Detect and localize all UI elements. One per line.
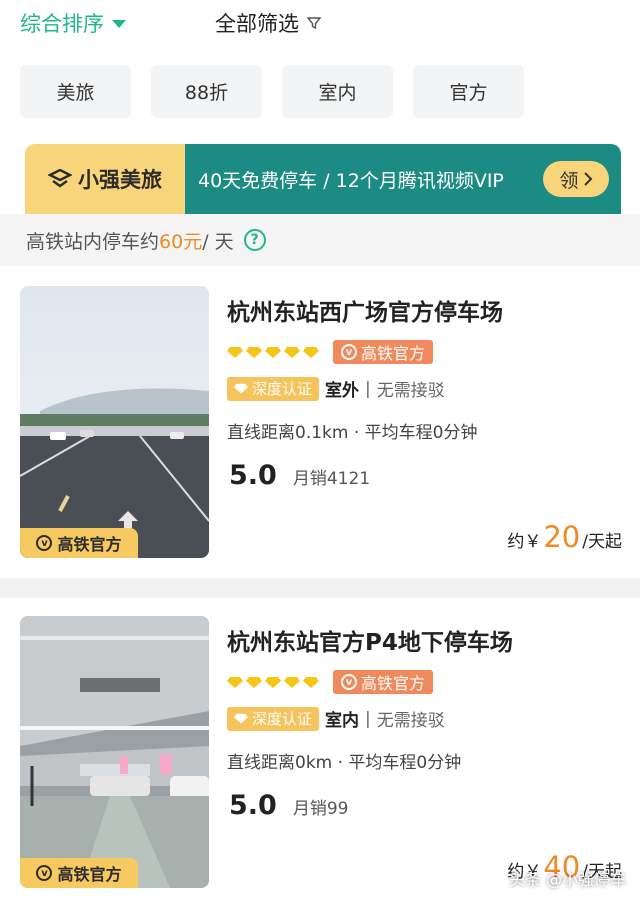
diamond-icon bbox=[303, 676, 319, 688]
separator: | bbox=[365, 378, 371, 399]
verified-icon: v bbox=[36, 865, 53, 881]
chip-meilv[interactable]: 美旅 bbox=[20, 65, 131, 118]
cert-tag: 深度认证 bbox=[227, 376, 320, 401]
diamond-icon bbox=[246, 346, 262, 358]
chip-indoor[interactable]: 室内 bbox=[282, 65, 393, 118]
banner-brand: 小强美旅 bbox=[25, 144, 185, 214]
claim-label: 领 bbox=[559, 169, 579, 192]
parking-title[interactable]: 杭州东站官方P4地下停车场 bbox=[227, 623, 513, 657]
verified-icon: v bbox=[341, 344, 357, 360]
cert-row: 深度认证 室内 | 无需接驳 bbox=[227, 706, 445, 731]
price: 约￥ 20 /天起 bbox=[507, 520, 622, 554]
diamond-icon bbox=[227, 676, 243, 688]
distance-info: 直线距离0.1km · 平均车程0分钟 bbox=[227, 423, 478, 443]
location-type: 室内 bbox=[325, 711, 360, 731]
sort-bar: 综合排序 全部筛选 bbox=[0, 0, 640, 50]
chip-88-discount[interactable]: 88折 bbox=[151, 65, 262, 118]
filter-label: 全部筛选 bbox=[215, 12, 299, 36]
official-label: 高铁官方 bbox=[361, 344, 426, 363]
distance-info: 直线距离0km · 平均车程0分钟 bbox=[227, 753, 462, 773]
info-suffix: / 天 bbox=[202, 230, 234, 253]
banner-promo: 40天免费停车 / 12个月腾讯视频VIP 领 bbox=[185, 144, 621, 214]
rating-row: v 高铁官方 bbox=[227, 340, 434, 364]
official-label: 高铁官方 bbox=[361, 674, 426, 693]
high-speed-rail-badge: v 高铁官方 bbox=[20, 858, 138, 888]
chevron-down-icon bbox=[112, 20, 126, 28]
parking-title[interactable]: 杭州东站西广场官方停车场 bbox=[227, 293, 503, 327]
sort-label: 综合排序 bbox=[20, 12, 104, 36]
cert-label: 深度认证 bbox=[252, 710, 313, 728]
diamond-rating bbox=[227, 346, 319, 358]
verified-icon: v bbox=[341, 674, 357, 690]
filter-chips: 美旅 88折 室内 官方 bbox=[20, 65, 524, 118]
price-suffix: /天起 bbox=[582, 532, 622, 552]
score-row: 5.0 月销99 bbox=[227, 790, 348, 821]
banner-brand-name: 小强美旅 bbox=[78, 168, 162, 192]
monthly-sales: 月销99 bbox=[292, 799, 349, 819]
watermark: 头条 @小强停车 bbox=[508, 870, 626, 889]
diamond-icon bbox=[265, 346, 281, 358]
sort-dropdown[interactable]: 综合排序 bbox=[20, 8, 126, 38]
shuttle-info: 无需接驳 bbox=[376, 381, 445, 401]
diamond-icon bbox=[234, 713, 248, 724]
score-value: 5.0 bbox=[228, 460, 279, 491]
claim-button[interactable]: 领 bbox=[543, 161, 609, 197]
separator: | bbox=[365, 708, 371, 729]
filter-button[interactable]: 全部筛选 bbox=[215, 8, 321, 38]
shuttle-info: 无需接驳 bbox=[376, 711, 445, 731]
diamond-icon bbox=[284, 676, 300, 688]
rating-row: v 高铁官方 bbox=[227, 670, 434, 694]
badge-label: 高铁官方 bbox=[57, 865, 122, 884]
cert-row: 深度认证 室外 | 无需接驳 bbox=[227, 376, 445, 401]
high-speed-rail-badge: v 高铁官方 bbox=[20, 528, 138, 558]
diamond-icon bbox=[234, 383, 248, 394]
official-tag: v 高铁官方 bbox=[333, 670, 434, 694]
parking-photo: v 高铁官方 bbox=[20, 286, 209, 558]
brand-logo-icon bbox=[48, 169, 72, 188]
info-prefix: 高铁站内停车约 bbox=[26, 230, 160, 253]
official-tag: v 高铁官方 bbox=[333, 340, 434, 364]
diamond-rating bbox=[227, 676, 319, 688]
score-value: 5.0 bbox=[228, 790, 279, 821]
verified-icon: v bbox=[36, 535, 53, 551]
station-price-info: 高铁站内停车约 60元 / 天 ? bbox=[0, 214, 640, 266]
monthly-sales: 月销4121 bbox=[292, 469, 371, 489]
funnel-icon bbox=[307, 17, 321, 30]
diamond-icon bbox=[303, 346, 319, 358]
diamond-icon bbox=[227, 346, 243, 358]
promo-banner[interactable]: 小强美旅 40天免费停车 / 12个月腾讯视频VIP 领 bbox=[25, 144, 621, 214]
parking-card[interactable]: v 高铁官方 杭州东站官方P4地下停车场 v 高铁官方 深度认证 室内 | 无需接驳… bbox=[0, 598, 640, 888]
location-type: 室外 bbox=[325, 381, 360, 401]
diamond-icon bbox=[246, 676, 262, 688]
parking-photo: v 高铁官方 bbox=[20, 616, 209, 888]
cert-tag: 深度认证 bbox=[227, 706, 320, 731]
diamond-icon bbox=[265, 676, 281, 688]
parking-card[interactable]: v 高铁官方 杭州东站西广场官方停车场 v 高铁官方 深度认证 室外 | 无需接驳 … bbox=[0, 268, 640, 558]
price-value: 20 bbox=[543, 520, 581, 554]
card-divider bbox=[0, 578, 640, 598]
banner-promo-text: 40天免费停车 / 12个月腾讯视频VIP bbox=[198, 169, 504, 192]
badge-label: 高铁官方 bbox=[57, 535, 122, 554]
cert-label: 深度认证 bbox=[252, 380, 313, 398]
info-price: 60元 bbox=[159, 230, 203, 253]
score-row: 5.0 月销4121 bbox=[227, 460, 370, 491]
diamond-icon bbox=[284, 346, 300, 358]
price-prefix: 约￥ bbox=[507, 532, 542, 552]
chip-official[interactable]: 官方 bbox=[413, 65, 524, 118]
help-icon[interactable]: ? bbox=[243, 229, 266, 251]
chevron-right-icon bbox=[583, 172, 592, 186]
